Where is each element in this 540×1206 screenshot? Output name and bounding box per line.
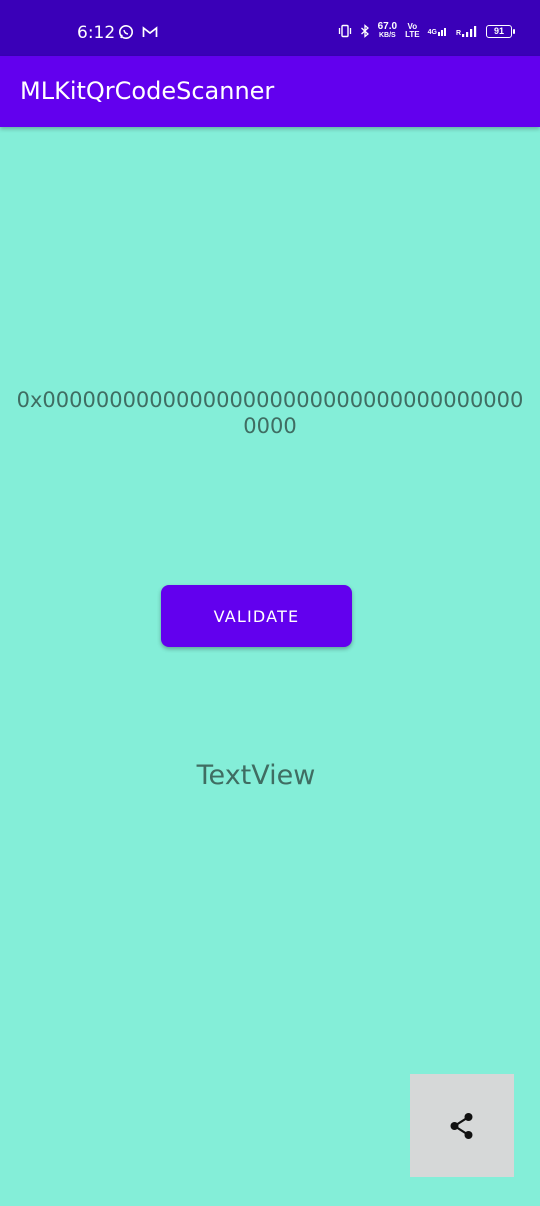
volte-indicator: Vo LTE: [405, 23, 420, 39]
app-bar: MLKitQrCodeScanner: [0, 56, 540, 127]
validate-button[interactable]: VALIDATE: [161, 585, 352, 647]
whatsapp-icon: [118, 24, 134, 40]
roaming-indicator: R: [455, 30, 461, 37]
signal-icon-1: [437, 28, 446, 36]
gmail-icon: [142, 25, 158, 39]
share-button[interactable]: [410, 1074, 514, 1177]
signal-roaming: R: [456, 25, 478, 37]
status-time: 6:12: [77, 23, 116, 43]
network-speed-value: 67.0: [377, 21, 398, 32]
network-type: 4G: [427, 29, 437, 36]
battery-icon: 91: [486, 24, 515, 38]
result-text-view: TextView: [196, 760, 316, 791]
volte-bottom: LTE: [405, 30, 420, 39]
signal-icon-2: [462, 26, 477, 37]
share-icon: [449, 1112, 475, 1140]
vibrate-icon: [338, 24, 352, 38]
app-title: MLKitQrCodeScanner: [20, 77, 275, 105]
status-bar: 6:12 67.0 KB/S Vo LTE 4G R 91: [0, 0, 540, 56]
notification-icons: [118, 24, 158, 40]
network-4g: 4G: [428, 26, 448, 36]
network-speed: 67.0 KB/S: [378, 22, 397, 40]
bluetooth-icon: [360, 24, 370, 38]
network-speed-unit: KB/S: [378, 32, 396, 39]
address-text: 0x00000000000000000000000000000000000000…: [16, 388, 524, 438]
status-right-icons: 67.0 KB/S Vo LTE 4G R 91: [338, 22, 515, 40]
